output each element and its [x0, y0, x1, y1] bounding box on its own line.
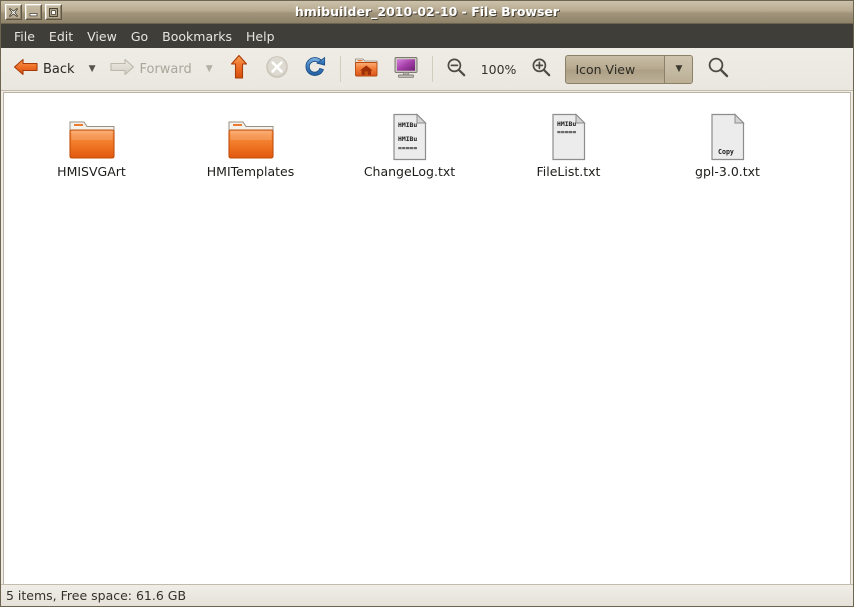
up-arrow-icon [227, 54, 251, 84]
titlebar[interactable]: hmibuilder_2010-02-10 - File Browser [1, 1, 853, 24]
zoom-out-button[interactable] [440, 53, 472, 86]
reload-button[interactable] [297, 53, 333, 86]
list-item[interactable]: HMIBu ===== FileList.txt [489, 103, 648, 185]
close-button[interactable] [5, 4, 22, 20]
minimize-button[interactable] [25, 4, 42, 20]
forward-arrow-icon [109, 55, 135, 83]
svg-text:HMIBu: HMIBu [398, 135, 417, 143]
stop-button[interactable] [259, 53, 295, 86]
menu-view[interactable]: View [80, 26, 124, 47]
status-text: 5 items, Free space: 61.6 GB [6, 588, 187, 603]
reload-icon [303, 55, 327, 83]
back-label: Back [43, 61, 75, 77]
file-list-view[interactable]: HMISVGArt HMITemplates HMIBu HMIBu =====… [3, 92, 851, 584]
back-arrow-icon [13, 55, 39, 83]
zoom-in-button[interactable] [525, 53, 557, 86]
item-label: HMISVGArt [57, 164, 126, 179]
svg-text:HMIBu: HMIBu [398, 121, 417, 129]
forward-button[interactable]: Forward [103, 53, 197, 86]
menubar: File Edit View Go Bookmarks Help [1, 24, 853, 48]
computer-monitor-icon [393, 55, 419, 83]
svg-text:=====: ===== [557, 128, 576, 136]
up-button[interactable] [221, 53, 257, 86]
home-button[interactable] [348, 53, 385, 86]
zoom-in-icon [531, 57, 551, 81]
forward-label: Forward [139, 61, 192, 77]
back-history-dropdown[interactable]: ▼ [83, 64, 102, 74]
menu-bookmarks[interactable]: Bookmarks [155, 26, 239, 47]
file-browser-window: hmibuilder_2010-02-10 - File Browser Fil… [0, 0, 854, 607]
content-wrapper: HMISVGArt HMITemplates HMIBu HMIBu =====… [1, 91, 853, 584]
item-label: ChangeLog.txt [363, 164, 456, 179]
back-button[interactable]: Back [7, 53, 81, 86]
list-item[interactable]: Copy gpl-3.0.txt [648, 103, 807, 185]
window-title: hmibuilder_2010-02-10 - File Browser [294, 4, 560, 19]
chevron-down-icon: ▼ [664, 55, 693, 83]
list-item[interactable]: HMITemplates [171, 103, 330, 185]
view-mode-value: Icon View [575, 61, 636, 77]
maximize-button[interactable] [45, 4, 62, 20]
search-icon [707, 56, 729, 82]
svg-text:Copy: Copy [718, 148, 734, 156]
forward-history-dropdown[interactable]: ▼ [200, 64, 219, 74]
svg-text:=====: ===== [398, 144, 417, 152]
folder-icon [226, 109, 276, 161]
icon-grid: HMISVGArt HMITemplates HMIBu HMIBu =====… [4, 93, 850, 195]
item-label: gpl-3.0.txt [695, 164, 760, 179]
svg-text:HMIBu: HMIBu [557, 120, 576, 128]
item-label: HMITemplates [206, 164, 295, 179]
text-file-icon: HMIBu ===== [544, 109, 594, 161]
toolbar-separator-2 [431, 56, 433, 82]
text-file-icon: Copy [703, 109, 753, 161]
zoom-level: 100% [480, 61, 517, 77]
list-item[interactable]: HMISVGArt [12, 103, 171, 185]
search-button[interactable] [701, 53, 735, 86]
zoom-out-icon [446, 57, 466, 81]
toolbar-separator-1 [339, 56, 341, 82]
menu-help[interactable]: Help [239, 26, 282, 47]
statusbar: 5 items, Free space: 61.6 GB [1, 584, 853, 606]
computer-button[interactable] [387, 53, 425, 86]
window-controls [5, 4, 62, 20]
item-label: FileList.txt [536, 164, 601, 179]
text-file-icon: HMIBu HMIBu ===== [385, 109, 435, 161]
menu-file[interactable]: File [7, 26, 42, 47]
menu-edit[interactable]: Edit [42, 26, 80, 47]
home-folder-icon [354, 55, 379, 83]
folder-icon [67, 109, 117, 161]
list-item[interactable]: HMIBu HMIBu ===== ChangeLog.txt [330, 103, 489, 185]
toolbar: Back ▼ Forward ▼ 100% Icon View ▼ [1, 48, 853, 91]
menu-go[interactable]: Go [124, 26, 155, 47]
view-mode-select[interactable]: Icon View ▼ [565, 54, 694, 84]
stop-icon [265, 55, 289, 83]
